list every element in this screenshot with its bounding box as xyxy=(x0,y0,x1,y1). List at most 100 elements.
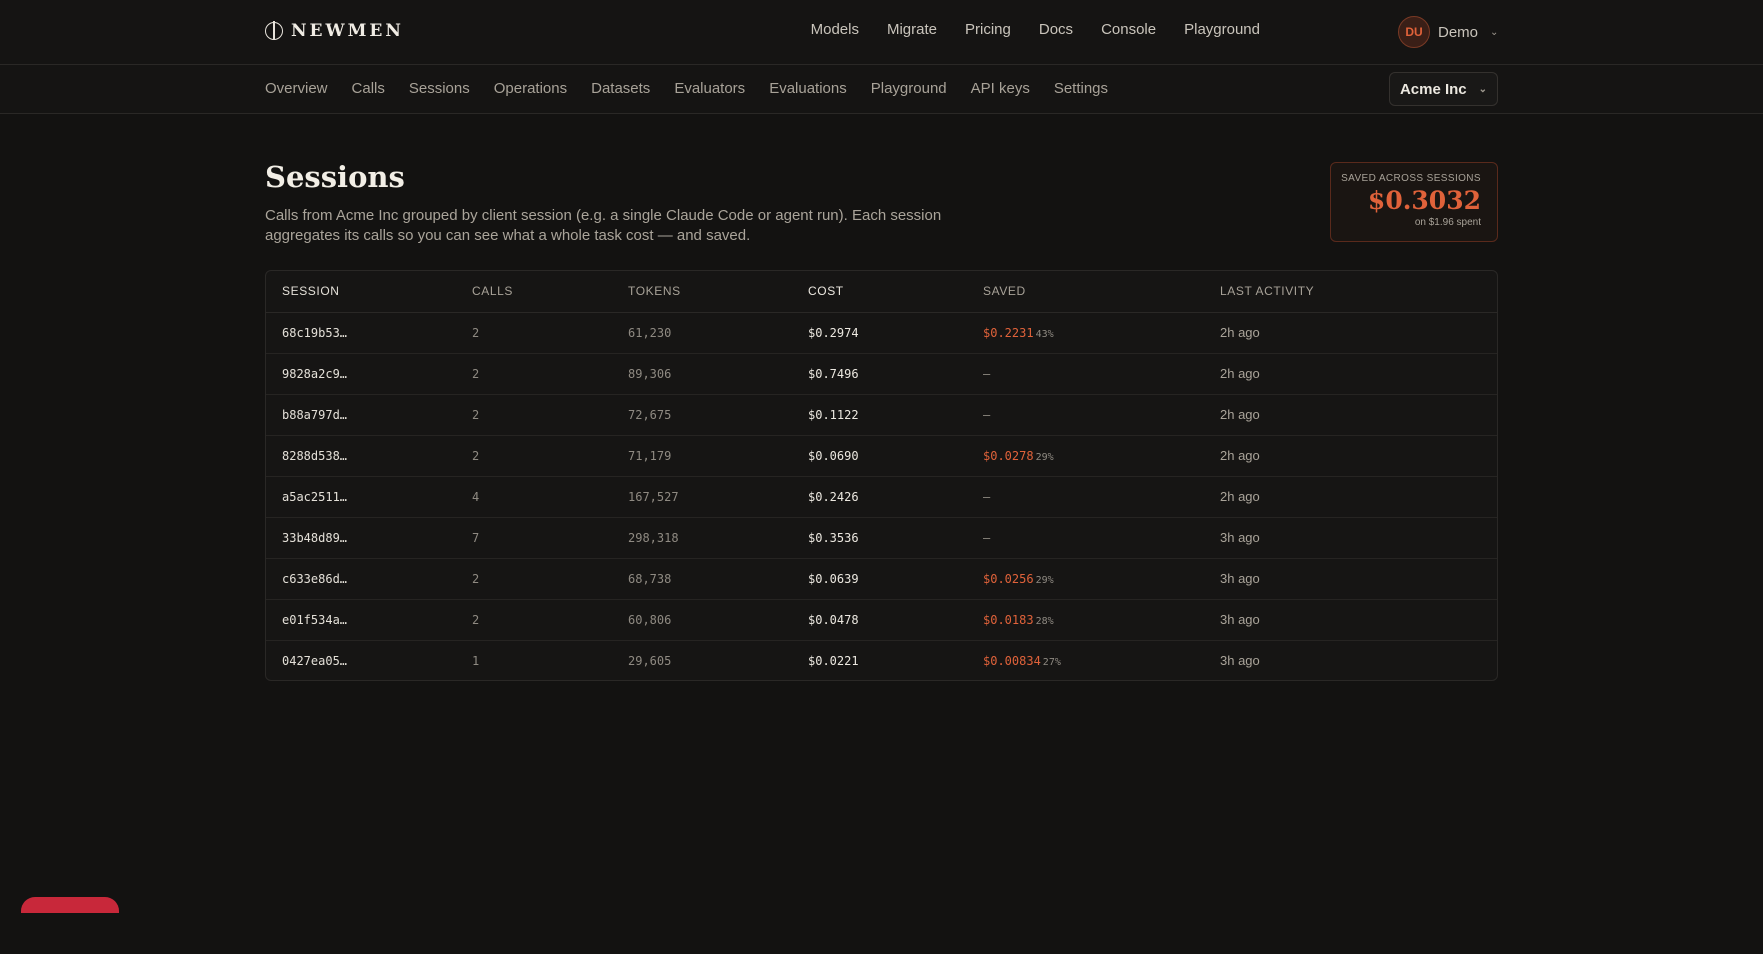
topnav-console[interactable]: Console xyxy=(1101,21,1156,38)
table-row[interactable]: 33b48d89… 7 298,318 $0.3536— 3h ago xyxy=(266,517,1497,559)
table-row[interactable]: e01f534a… 2 60,806 $0.0478 $0.0183 28% 3h ago xyxy=(266,599,1497,641)
table-row[interactable]: b88a797d… 2 72,675 $0.1122— 2h ago xyxy=(266,394,1497,436)
saved-cell: — xyxy=(983,353,1220,395)
sub-navbar: Overview Calls Sessions Operations Datas… xyxy=(0,65,1763,114)
last-activity: 2h ago xyxy=(1220,435,1497,477)
calls-count: 2 xyxy=(472,394,628,436)
tokens-count: 60,806 xyxy=(628,599,808,641)
tab-datasets[interactable]: Datasets xyxy=(591,80,650,97)
session-id: c633e86d… xyxy=(266,558,472,600)
cost-value: $0.3536 xyxy=(808,517,983,559)
saved-summary-value: $0.3032 xyxy=(1367,186,1481,215)
tokens-count: 68,738 xyxy=(628,558,808,600)
tab-operations[interactable]: Operations xyxy=(494,80,567,97)
last-activity: 3h ago xyxy=(1220,599,1497,641)
top-navbar: NEWMEN Models Migrate Pricing Docs Conso… xyxy=(0,0,1763,65)
top-nav: Models Migrate Pricing Docs Console Play… xyxy=(783,21,1260,38)
table-row[interactable]: a5ac2511… 4 167,527 $0.2426— 2h ago xyxy=(266,476,1497,518)
last-activity: 2h ago xyxy=(1220,476,1497,518)
col-session: SESSION xyxy=(266,271,472,313)
calls-count: 4 xyxy=(472,476,628,518)
tab-overview[interactable]: Overview xyxy=(265,80,328,97)
calls-count: 2 xyxy=(472,353,628,395)
table-row[interactable]: 68c19b53… 2 61,230 $0.2974 $0.2231 43% 2h ago xyxy=(266,312,1497,354)
cost-value: $0.2974 xyxy=(808,312,983,354)
session-id: 68c19b53… xyxy=(266,312,472,354)
tab-evaluations[interactable]: Evaluations xyxy=(769,80,847,97)
saved-amount: — xyxy=(983,366,991,381)
page-description: Calls from Acme Inc grouped by client se… xyxy=(265,207,942,244)
saved-percent: 29% xyxy=(1035,574,1054,586)
page-title: Sessions xyxy=(265,160,405,194)
session-id: e01f534a… xyxy=(266,599,472,641)
table-row[interactable]: c633e86d… 2 68,738 $0.0639 $0.0256 29% 3h ago xyxy=(266,558,1497,600)
sessions-table: SESSION CALLS TOKENS COST SAVED LAST ACT… xyxy=(265,270,1498,681)
saved-amount: — xyxy=(983,407,991,422)
floating-action-button[interactable] xyxy=(21,897,119,913)
brand-logo[interactable]: NEWMEN xyxy=(265,19,404,43)
cost-value: $0.0690 xyxy=(808,435,983,477)
saved-cell: $0.0256 29% xyxy=(983,558,1220,600)
calls-count: 7 xyxy=(472,517,628,559)
saved-cell: $0.00834 27% xyxy=(983,640,1220,680)
tab-calls[interactable]: Calls xyxy=(352,80,385,97)
saved-amount: — xyxy=(983,530,991,545)
table-row[interactable]: 8288d538… 2 71,179 $0.0690 $0.0278 29% 2h ago xyxy=(266,435,1497,477)
col-tokens: TOKENS xyxy=(628,271,808,313)
saved-percent: 27% xyxy=(1042,656,1061,668)
tokens-count: 167,527 xyxy=(628,476,808,518)
saved-amount: — xyxy=(983,489,991,504)
saved-summary-label: SAVED ACROSS SESSIONS xyxy=(1341,173,1481,184)
table-row[interactable]: 9828a2c9… 2 89,306 $0.7496— 2h ago xyxy=(266,353,1497,395)
saved-cell: — xyxy=(983,394,1220,436)
tab-evaluators[interactable]: Evaluators xyxy=(674,80,745,97)
cost-value: $0.0478 xyxy=(808,599,983,641)
table-row[interactable]: 0427ea05… 1 29,605 $0.0221 $0.00834 27% 3h ago xyxy=(266,640,1497,680)
saved-amount: $0.00834 xyxy=(983,653,1041,668)
brand-name: NEWMEN xyxy=(291,21,404,41)
cost-value: $0.0221 xyxy=(808,653,859,668)
session-id: 9828a2c9… xyxy=(266,353,472,395)
logo-icon xyxy=(265,21,283,40)
topnav-migrate[interactable]: Migrate xyxy=(887,21,937,38)
calls-count: 2 xyxy=(472,312,628,354)
last-activity: 2h ago xyxy=(1220,312,1497,354)
cost-value: $0.7496 xyxy=(808,353,983,395)
table-header-row: SESSION CALLS TOKENS COST SAVED LAST ACT… xyxy=(266,271,1497,313)
tab-sessions[interactable]: Sessions xyxy=(409,80,470,97)
saved-percent: 29% xyxy=(1035,451,1054,463)
last-activity: 3h ago xyxy=(1220,653,1260,669)
tab-api-keys[interactable]: API keys xyxy=(971,80,1030,97)
chevron-down-icon: ⌄ xyxy=(1478,83,1488,95)
topnav-pricing[interactable]: Pricing xyxy=(965,21,1011,38)
tab-settings[interactable]: Settings xyxy=(1054,80,1108,97)
col-last-activity: LAST ACTIVITY xyxy=(1220,271,1497,313)
cost-value: $0.1122 xyxy=(808,394,983,436)
col-saved: SAVED xyxy=(983,271,1220,313)
cost-value: $0.0639 xyxy=(808,558,983,600)
saved-amount: $0.2231 xyxy=(983,325,1034,340)
tokens-count: 72,675 xyxy=(628,394,808,436)
avatar: DU xyxy=(1398,16,1430,48)
saved-cell: — xyxy=(983,517,1220,559)
last-activity: 3h ago xyxy=(1220,558,1497,600)
saved-cell: $0.0278 29% xyxy=(983,435,1220,477)
saved-summary-card: SAVED ACROSS SESSIONS $0.3032 on $1.96 s… xyxy=(1330,162,1498,242)
saved-percent: 28% xyxy=(1035,615,1054,627)
tokens-count: 71,179 xyxy=(628,435,808,477)
session-id: 8288d538… xyxy=(266,435,472,477)
topnav-docs[interactable]: Docs xyxy=(1039,21,1073,38)
tab-playground[interactable]: Playground xyxy=(871,80,947,97)
topnav-playground[interactable]: Playground xyxy=(1184,21,1260,38)
org-selector[interactable]: Acme Inc ⌄ xyxy=(1389,72,1498,106)
calls-count: 1 xyxy=(472,653,480,668)
user-menu[interactable]: DU Demo ⌄ xyxy=(1398,16,1498,48)
org-name: Acme Inc xyxy=(1399,80,1467,98)
calls-count: 2 xyxy=(472,435,628,477)
topnav-models[interactable]: Models xyxy=(811,21,859,38)
last-activity: 2h ago xyxy=(1220,394,1497,436)
tokens-count: 29,605 xyxy=(628,653,672,668)
col-cost: COST xyxy=(808,271,983,313)
tokens-count: 89,306 xyxy=(628,353,808,395)
section-nav: Overview Calls Sessions Operations Datas… xyxy=(265,80,1132,97)
